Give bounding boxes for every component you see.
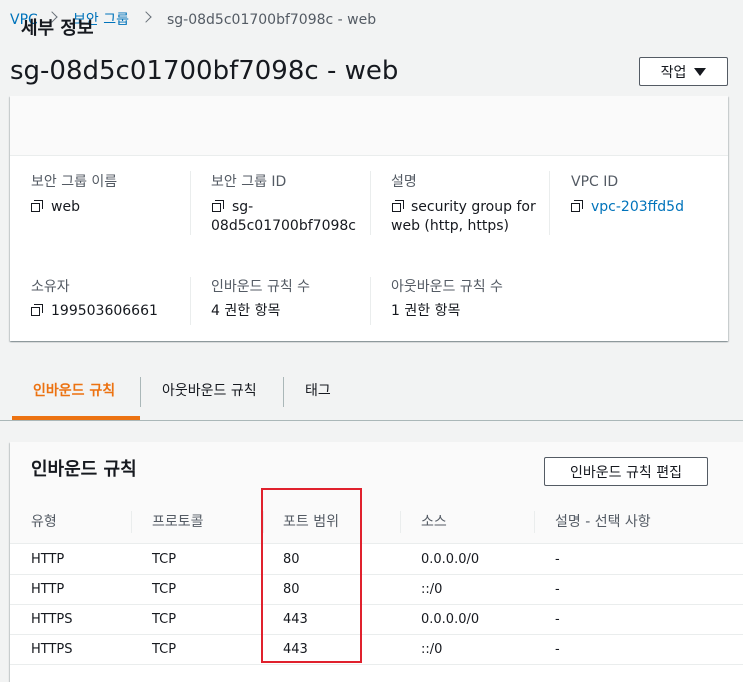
tab-inbound-rules[interactable]: 인바운드 규칙 [33, 382, 115, 400]
column-divider [370, 277, 371, 325]
inbound-rule-count-label: 인바운드 규칙 수 [211, 279, 311, 295]
column-header-type[interactable]: 유형 [31, 513, 57, 531]
copy-icon[interactable] [31, 304, 45, 318]
security-group-id-value-part2: 08d5c01700bf7098c [211, 218, 356, 234]
security-group-name-value: web [51, 199, 80, 215]
outbound-rule-count-value: 1 권한 항목 [391, 303, 461, 319]
description-label: 설명 [391, 174, 417, 190]
rule-description: - [555, 642, 560, 657]
rule-protocol: TCP [152, 642, 177, 657]
copy-icon[interactable] [31, 200, 45, 214]
column-header-source[interactable]: 소스 [421, 513, 447, 531]
column-divider [370, 171, 371, 235]
column-divider [534, 511, 535, 533]
rule-type: HTTPS [31, 642, 73, 657]
rule-description: - [555, 552, 560, 567]
rule-description: - [555, 582, 560, 597]
outbound-rule-count-label: 아웃바운드 규칙 수 [391, 279, 503, 295]
owner-label: 소유자 [31, 279, 70, 295]
rule-source: ::/0 [421, 642, 443, 657]
rule-description: - [555, 612, 560, 627]
table-row[interactable] [10, 605, 743, 635]
caret-down-icon [694, 67, 707, 76]
vpc-id-link[interactable]: vpc-203ffd5d [591, 197, 684, 217]
copy-icon[interactable] [392, 200, 406, 214]
column-divider [190, 171, 191, 235]
owner-value: 199503606661 [51, 303, 158, 319]
edit-inbound-rules-button[interactable]: 인바운드 규칙 편집 [544, 457, 708, 486]
rule-source: 0.0.0.0/0 [421, 552, 480, 567]
tab-tags[interactable]: 태그 [305, 382, 331, 400]
column-divider [131, 511, 132, 533]
page-title: sg-08d5c01700bf7098c - web [10, 56, 399, 86]
rule-protocol: TCP [152, 552, 177, 567]
tab-divider [283, 377, 284, 407]
tab-divider [140, 377, 141, 407]
rule-type: HTTP [31, 552, 65, 567]
table-row[interactable] [10, 545, 743, 575]
rule-type: HTTPS [31, 612, 73, 627]
column-divider [549, 171, 550, 235]
port-range-highlight-box [261, 488, 362, 663]
rule-protocol: TCP [152, 582, 177, 597]
rule-protocol: TCP [152, 612, 177, 627]
tabs-bottom-border [0, 420, 743, 421]
tab-outbound-rules[interactable]: 아웃바운드 규칙 [162, 382, 257, 400]
security-group-id-value-part1: sg- [232, 199, 254, 215]
actions-button-label: 작업 [660, 64, 687, 81]
column-divider [400, 511, 401, 533]
details-header [10, 96, 728, 156]
table-row[interactable] [10, 575, 743, 605]
rule-source: 0.0.0.0/0 [421, 612, 480, 627]
rule-source: ::/0 [421, 582, 443, 597]
inbound-rule-count-value: 4 권한 항목 [211, 303, 281, 319]
rule-type: HTTP [31, 582, 65, 597]
column-divider [190, 277, 191, 325]
column-header-description[interactable]: 설명 - 선택 사항 [555, 513, 651, 531]
column-header-protocol[interactable]: 프로토콜 [152, 513, 204, 531]
vpc-id-label: VPC ID [571, 174, 619, 190]
copy-icon[interactable] [212, 200, 226, 214]
description-value-part2: web (http, https) [391, 218, 509, 234]
inbound-rules-title: 인바운드 규칙 [31, 459, 137, 480]
security-group-name-label: 보안 그룹 이름 [31, 174, 118, 190]
details-title: 세부 정보 [21, 18, 94, 39]
description-value-part1: security group for [411, 199, 536, 215]
table-row[interactable] [10, 635, 743, 665]
breadcrumb-current: sg-08d5c01700bf7098c - web [167, 12, 377, 28]
chevron-right-icon [140, 11, 152, 23]
security-group-id-label: 보안 그룹 ID [211, 174, 287, 190]
actions-button[interactable]: 작업 [639, 57, 728, 86]
active-tab-indicator [12, 416, 140, 420]
copy-icon[interactable] [571, 200, 585, 214]
